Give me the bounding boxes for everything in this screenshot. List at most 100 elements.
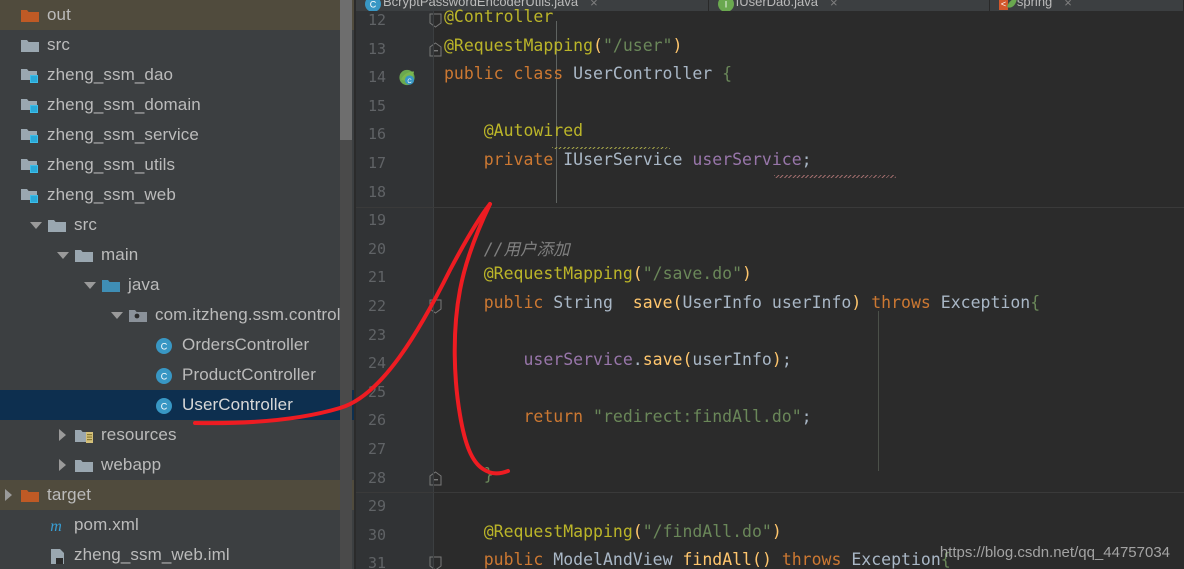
iml-icon: [45, 540, 71, 569]
code-line[interactable]: public class UserController {: [444, 64, 732, 83]
code-line[interactable]: @Autowired: [444, 121, 583, 140]
chevron-right-icon[interactable]: [54, 420, 72, 450]
code-line[interactable]: public String save(UserInfo userInfo) th…: [444, 293, 1040, 312]
tree-item-label: webapp: [101, 455, 162, 474]
tree-item-label: UserController: [182, 395, 293, 414]
chevron-down-icon[interactable]: [27, 210, 45, 240]
source-root-icon: [99, 270, 125, 300]
editor-tab-iuserdao-java[interactable]: I IUserDao.java ×: [709, 0, 990, 11]
tree-item-zheng-ssm-dao[interactable]: zheng_ssm_dao: [0, 60, 356, 90]
folder-icon: [72, 240, 98, 270]
tree-item-zheng-ssm-service[interactable]: zheng_ssm_service: [0, 120, 356, 150]
tree-item-label: src: [47, 35, 70, 54]
tree-item-src[interactable]: src: [0, 30, 356, 60]
svg-text:<: <: [1001, 0, 1006, 9]
tree-item-zheng-ssm-domain[interactable]: zheng_ssm_domain: [0, 90, 356, 120]
code-line[interactable]: }: [444, 465, 494, 484]
svg-text:m: m: [50, 518, 62, 534]
line-number: 29: [367, 497, 386, 516]
folder-orange-icon: [18, 0, 44, 30]
editor-pane: C BcryptPasswordEncoderUtils.java × I IUserD…: [356, 0, 1184, 569]
tree-item-label: java: [128, 275, 160, 294]
tree-item-zheng-ssm-web-iml[interactable]: zheng_ssm_web.iml: [0, 540, 356, 569]
tree-item-label: ProductController: [182, 365, 316, 384]
code-line[interactable]: private IUserService userService;: [444, 150, 812, 169]
svg-text:I: I: [724, 0, 727, 10]
line-number: 25: [367, 382, 386, 401]
module-folder-icon: [18, 120, 44, 150]
folder-icon: [18, 30, 44, 60]
tree-item-main[interactable]: main: [0, 240, 356, 270]
editor-tab-spring[interactable]: < spring ×: [990, 0, 1184, 11]
tree-item-out[interactable]: out: [0, 0, 356, 30]
chevron-down-icon[interactable]: [54, 240, 72, 270]
code-line[interactable]: @RequestMapping("/save.do"): [444, 264, 752, 283]
folder-icon: [45, 210, 71, 240]
tree-item-usercontroller[interactable]: C UserController: [0, 390, 356, 420]
tree-item-src[interactable]: src: [0, 210, 356, 240]
tree-item-label: zheng_ssm_utils: [47, 155, 176, 174]
spring-bean-icon[interactable]: C: [398, 68, 418, 91]
code-line[interactable]: @RequestMapping("/findAll.do"): [444, 522, 782, 541]
line-number: 13: [367, 39, 386, 58]
tree-item-label: src: [74, 215, 97, 234]
java-class-icon: C: [153, 330, 179, 360]
tree-item-pom-xml[interactable]: m pom.xml: [0, 510, 356, 540]
package-icon: [126, 300, 152, 330]
tree-item-zheng-ssm-utils[interactable]: zheng_ssm_utils: [0, 150, 356, 180]
code-area[interactable]: 12 13 14 C 15 16 17 18 19 20 21 22 23 24 25 26 27 28 29 30 3…: [356, 7, 1184, 569]
tree-item-webapp[interactable]: webapp: [0, 450, 356, 480]
line-number: 19: [367, 211, 386, 230]
watermark-text: https://blog.csdn.net/qq_44757034: [939, 544, 1170, 561]
code-line[interactable]: userService.save(userInfo);: [444, 350, 791, 369]
code-line[interactable]: @Controller: [444, 7, 553, 26]
chevron-right-icon[interactable]: [54, 450, 72, 480]
java-class-icon: C: [153, 390, 179, 420]
chevron-right-icon[interactable]: [0, 480, 18, 510]
spring-config-icon: <: [998, 0, 1017, 10]
close-icon[interactable]: ×: [590, 0, 598, 9]
code-line[interactable]: public ModelAndView findAll() throws Exc…: [444, 550, 951, 569]
tree-item-target[interactable]: target: [0, 480, 356, 510]
module-folder-icon: [18, 150, 44, 180]
tree-item-resources[interactable]: resources: [0, 420, 356, 450]
line-number: 31: [367, 554, 386, 569]
line-number: 12: [367, 11, 386, 29]
module-folder-icon: [18, 90, 44, 120]
close-icon[interactable]: ×: [830, 0, 838, 9]
code-line[interactable]: //用户添加: [444, 236, 570, 260]
project-tree[interactable]: out src zheng_ssm_dao zheng_ssm_domainzheng…: [0, 0, 356, 569]
close-icon[interactable]: ×: [1064, 0, 1072, 9]
chevron-down-icon[interactable]: [108, 300, 126, 330]
svg-text:C: C: [161, 402, 168, 412]
tree-item-label: pom.xml: [74, 515, 139, 534]
svg-text:C: C: [161, 342, 168, 352]
tree-item-com-itzheng-ssm-controll[interactable]: com.itzheng.ssm.controll: [0, 300, 356, 330]
project-tree-scrollbar-thumb[interactable]: [340, 0, 352, 140]
chevron-down-icon[interactable]: [81, 270, 99, 300]
line-number: 16: [367, 125, 386, 144]
line-number: 15: [367, 96, 386, 115]
java-class-icon: C: [153, 360, 179, 390]
tree-item-orderscontroller[interactable]: C OrdersController: [0, 330, 356, 360]
tree-item-zheng-ssm-web[interactable]: zheng_ssm_web: [0, 180, 356, 210]
code-line[interactable]: @RequestMapping("/user"): [444, 36, 682, 55]
project-tool-window[interactable]: out src zheng_ssm_dao zheng_ssm_domainzheng…: [0, 0, 356, 569]
code-line[interactable]: return "redirect:findAll.do";: [444, 407, 811, 426]
tree-item-java[interactable]: java: [0, 270, 356, 300]
editor-gutter[interactable]: 12 13 14 C 15 16 17 18 19 20 21 22 23 24 25 26 27 28 29 30 3…: [356, 11, 442, 569]
module-folder-icon: [18, 60, 44, 90]
line-number: 20: [367, 239, 386, 258]
code-text[interactable]: @Controller @RequestMapping("/user") publi…: [434, 7, 1184, 569]
tree-item-label: zheng_ssm_domain: [47, 95, 201, 114]
line-number: 24: [367, 354, 386, 373]
tree-item-productcontroller[interactable]: C ProductController: [0, 360, 356, 390]
